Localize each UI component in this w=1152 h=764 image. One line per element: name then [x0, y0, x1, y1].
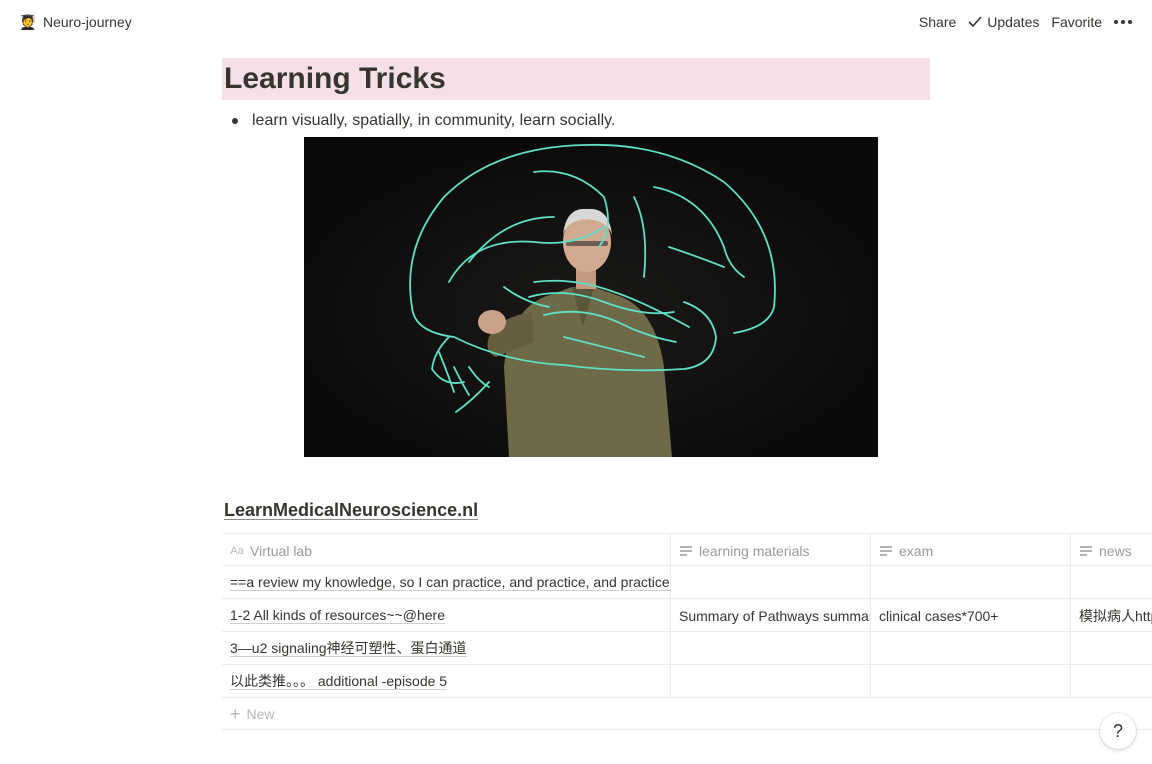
column-header-virtual-lab[interactable]: Aa Virtual lab: [222, 534, 671, 567]
page-name: Neuro-journey: [43, 14, 132, 30]
title-property-icon: Aa: [230, 544, 244, 557]
table-cell[interactable]: [671, 632, 871, 665]
bullet-text: learn visually, spatially, in community,…: [252, 112, 616, 129]
table-cell[interactable]: [671, 566, 871, 599]
bullet-item[interactable]: learn visually, spatially, in community,…: [222, 110, 615, 132]
table-cell[interactable]: [1071, 566, 1152, 599]
column-header-learning-materials[interactable]: learning materials: [671, 534, 871, 567]
table-cell[interactable]: [671, 665, 871, 698]
more-options-icon[interactable]: [1108, 11, 1138, 33]
table-header-row: Aa Virtual lab learning materials exam n…: [222, 533, 1152, 567]
database-title[interactable]: LearnMedicalNeuroscience.nl: [224, 500, 478, 521]
table-cell[interactable]: [1071, 665, 1152, 698]
new-row-button[interactable]: + New: [222, 698, 1152, 730]
table-cell[interactable]: clinical cases*700+: [871, 599, 1071, 632]
table-cell[interactable]: [1071, 632, 1152, 665]
page-heading[interactable]: Learning Tricks: [222, 58, 930, 100]
table-cell-title[interactable]: 3—u2 signaling神经可塑性、蛋白通道: [222, 632, 671, 665]
bullet-dot: [232, 118, 238, 124]
table-row[interactable]: 1-2 All kinds of resources~~@here Summar…: [222, 599, 1152, 632]
table-cell-title[interactable]: 1-2 All kinds of resources~~@here: [222, 599, 671, 632]
table-row[interactable]: 以此类推。。。 additional -episode 5: [222, 665, 1152, 698]
updates-button[interactable]: Updates: [962, 11, 1045, 33]
lecture-video[interactable]: [304, 137, 878, 457]
top-bar: 🧑‍🎓 Neuro-journey Share Updates Favorite: [0, 0, 1152, 44]
table-cell[interactable]: [871, 566, 1071, 599]
column-label: news: [1099, 542, 1132, 559]
share-button[interactable]: Share: [913, 11, 962, 33]
new-row-label: New: [246, 705, 275, 722]
table-row[interactable]: 3—u2 signaling神经可塑性、蛋白通道: [222, 632, 1152, 665]
table-cell[interactable]: Summary of Pathways summary: [671, 599, 871, 632]
checkmark-icon: [968, 16, 982, 28]
top-actions: Share Updates Favorite: [913, 11, 1138, 33]
row-title: 以此类推。。。 additional -episode 5: [230, 673, 448, 690]
database-table: Aa Virtual lab learning materials exam n…: [222, 533, 1152, 730]
help-button[interactable]: ?: [1100, 713, 1136, 749]
table-cell[interactable]: [871, 665, 1071, 698]
column-label: Virtual lab: [250, 542, 313, 559]
table-cell-title[interactable]: ==a review my knowledge, so I can practi…: [222, 566, 671, 599]
column-label: learning materials: [699, 542, 810, 559]
updates-label: Updates: [987, 14, 1040, 30]
lecture-video-frame: [304, 137, 878, 457]
row-title: ==a review my knowledge, so I can practi…: [230, 574, 670, 591]
table-row[interactable]: ==a review my knowledge, so I can practi…: [222, 566, 1152, 599]
table-cell[interactable]: [871, 632, 1071, 665]
text-property-icon: [1079, 545, 1093, 556]
table-cell[interactable]: 模拟病人http: [1071, 599, 1152, 632]
breadcrumb-page[interactable]: 🧑‍🎓 Neuro-journey: [19, 12, 132, 32]
column-header-news[interactable]: news: [1071, 534, 1152, 567]
page-emoji-icon: 🧑‍🎓: [19, 13, 37, 30]
text-property-icon: [679, 545, 693, 556]
table-cell-title[interactable]: 以此类推。。。 additional -episode 5: [222, 665, 671, 698]
text-property-icon: [879, 545, 893, 556]
row-title: 3—u2 signaling神经可塑性、蛋白通道: [230, 640, 467, 657]
favorite-button[interactable]: Favorite: [1045, 11, 1108, 33]
plus-icon: +: [230, 703, 241, 724]
row-title: 1-2 All kinds of resources~~@here: [230, 607, 445, 624]
column-header-exam[interactable]: exam: [871, 534, 1071, 567]
column-label: exam: [899, 542, 934, 559]
